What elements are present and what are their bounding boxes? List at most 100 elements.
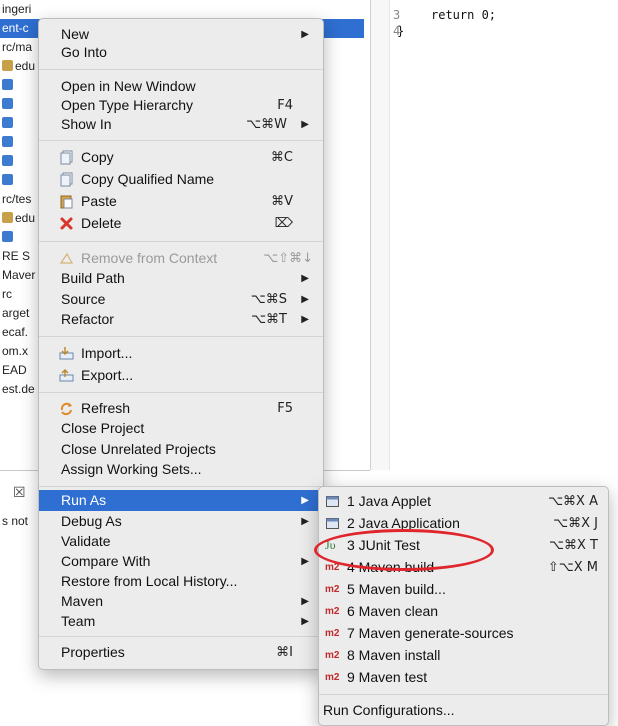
tree-row[interactable]: arget [0, 304, 29, 323]
import-icon [59, 347, 74, 360]
code-editor[interactable]: 3 return 0; 4 } [371, 0, 618, 470]
tree-row[interactable] [0, 228, 15, 247]
tree-row[interactable] [0, 76, 15, 95]
menu-item-debug-as[interactable]: Debug As ▶ [39, 511, 323, 532]
menu-item-compare-with[interactable]: Compare With ▶ [39, 551, 323, 572]
menu-item-close-unrelated-projects[interactable]: Close Unrelated Projects [39, 439, 323, 460]
menu-item-assign-working-sets[interactable]: Assign Working Sets... [39, 459, 323, 480]
menu-item-maven-test[interactable]: m2 9 Maven test [319, 667, 608, 688]
shortcut-label: ⌦ [274, 216, 293, 231]
menu-item-build-path[interactable]: Build Path ▶ [39, 268, 323, 289]
java-file-icon [2, 231, 13, 242]
menu-item-go-into[interactable]: Go Into [39, 42, 323, 63]
menu-item-label: 1 Java Applet [347, 493, 432, 509]
tree-row[interactable]: EAD [0, 361, 27, 380]
menu-item-copy[interactable]: Copy ⌘C [39, 147, 323, 168]
tree-row[interactable] [0, 152, 15, 171]
menu-item-delete[interactable]: Delete ⌦ [39, 213, 323, 234]
tree-row-label: edu [15, 59, 36, 73]
menu-item-java-application[interactable]: 2 Java Application ⌥⌘X J [319, 513, 608, 534]
code-line[interactable]: return 0; [431, 8, 496, 22]
tree-row[interactable]: rc/tes [0, 190, 31, 209]
menu-item-junit-test[interactable]: Jυ 3 JUnit Test ⌥⌘X T [319, 535, 608, 556]
menu-item-refactor[interactable]: Refactor ⌥⌘T ▶ [39, 309, 323, 330]
menu-item-refresh[interactable]: Refresh F5 [39, 398, 323, 419]
tree-row[interactable]: RE S [0, 247, 30, 266]
tree-row[interactable]: om.x [0, 342, 28, 361]
menu-item-label: 7 Maven generate-sources [347, 625, 514, 641]
package-icon [2, 60, 13, 71]
menu-separator [39, 241, 323, 242]
menu-separator [319, 694, 608, 695]
menu-item-label: Remove from Context [81, 250, 218, 266]
menu-item-label: Restore from Local History... [61, 573, 238, 589]
java-file-icon [2, 174, 13, 185]
submenu-arrow-icon: ▶ [301, 516, 309, 527]
tree-row-label: EAD [2, 363, 27, 377]
menu-item-label: 3 JUnit Test [347, 537, 420, 553]
tree-row[interactable] [0, 133, 15, 152]
menu-item-show-in[interactable]: Show In ⌥⌘W ▶ [39, 114, 323, 135]
menu-item-label: 9 Maven test [347, 669, 428, 685]
java-applet-icon [326, 496, 339, 507]
menu-item-maven-build-dots[interactable]: m2 5 Maven build... [319, 579, 608, 600]
tree-row[interactable]: ingeri [0, 0, 31, 19]
menu-item-remove-from-context[interactable]: Remove from Context ⌥⇧⌘↓ [39, 248, 323, 269]
menu-item-maven-install[interactable]: m2 8 Maven install [319, 645, 608, 666]
menu-item-maven-build[interactable]: m2 4 Maven build ⇧⌥X M [319, 557, 608, 578]
remove-context-icon [59, 252, 74, 264]
tree-row[interactable]: est.de [0, 380, 35, 399]
tree-row-label: rc [2, 287, 12, 301]
menu-item-maven-clean[interactable]: m2 6 Maven clean [319, 601, 608, 622]
menu-item-source[interactable]: Source ⌥⌘S ▶ [39, 289, 323, 310]
tree-row[interactable] [0, 171, 15, 190]
menu-item-paste[interactable]: Paste ⌘V [39, 191, 323, 212]
menu-item-run-as[interactable]: Run As ▶ [39, 490, 323, 511]
maven-m2-icon: m2 [325, 584, 340, 595]
menu-item-export[interactable]: Export... [39, 365, 323, 386]
menu-item-copy-qualified-name[interactable]: Copy Qualified Name [39, 169, 323, 190]
shortcut-label: ⌥⌘T [251, 312, 287, 327]
tree-row[interactable]: ecaf. [0, 323, 28, 342]
tree-row-label: om.x [2, 344, 29, 358]
menu-separator [39, 69, 323, 70]
menu-item-maven-generate-sources[interactable]: m2 7 Maven generate-sources [319, 623, 608, 644]
menu-item-validate[interactable]: Validate [39, 531, 323, 552]
menu-item-run-configurations[interactable]: Run Configurations... [319, 700, 608, 721]
menu-item-close-project[interactable]: Close Project [39, 418, 323, 439]
menu-item-open-type-hierarchy[interactable]: Open Type Hierarchy F4 [39, 95, 323, 116]
menu-item-label: Go Into [61, 44, 107, 60]
tree-row[interactable]: edu [0, 57, 35, 76]
menu-item-java-applet[interactable]: 1 Java Applet ⌥⌘X A [319, 491, 608, 512]
tree-row[interactable] [0, 114, 15, 133]
tree-row-label: ecaf. [2, 325, 29, 339]
code-line[interactable]: } [397, 24, 404, 38]
menu-item-open-in-new-window[interactable]: Open in New Window [39, 76, 323, 97]
java-file-icon [2, 117, 13, 128]
menu-item-label: Delete [81, 215, 122, 231]
shortcut-label: ⌥⌘W [246, 117, 287, 132]
package-icon [2, 212, 13, 223]
menu-item-label: 2 Java Application [347, 515, 460, 531]
menu-item-label: Run Configurations... [323, 702, 455, 718]
java-file-icon [2, 98, 13, 109]
menu-item-label: Build Path [61, 270, 125, 286]
menu-item-team[interactable]: Team ▶ [39, 611, 323, 632]
menu-separator [39, 336, 323, 337]
close-view-icon[interactable]: ☒ [13, 484, 26, 501]
submenu-arrow-icon: ▶ [301, 616, 309, 627]
tree-row[interactable]: Maver [0, 266, 35, 285]
submenu-arrow-icon: ▶ [301, 556, 309, 567]
menu-item-label: Refactor [61, 311, 114, 327]
tree-row[interactable]: rc/ma [0, 38, 32, 57]
menu-item-label: Team [61, 613, 96, 629]
tree-row[interactable] [0, 95, 15, 114]
menu-item-label: Open Type Hierarchy [61, 97, 194, 113]
tree-row[interactable]: rc [0, 285, 12, 304]
menu-item-maven[interactable]: Maven ▶ [39, 591, 323, 612]
menu-item-restore-from-local-history[interactable]: Restore from Local History... [39, 571, 323, 592]
tree-row[interactable]: edu [0, 209, 35, 228]
menu-item-properties[interactable]: Properties ⌘I [39, 642, 323, 663]
menu-item-import[interactable]: Import... [39, 343, 323, 364]
menu-item-label: Properties [61, 644, 125, 660]
